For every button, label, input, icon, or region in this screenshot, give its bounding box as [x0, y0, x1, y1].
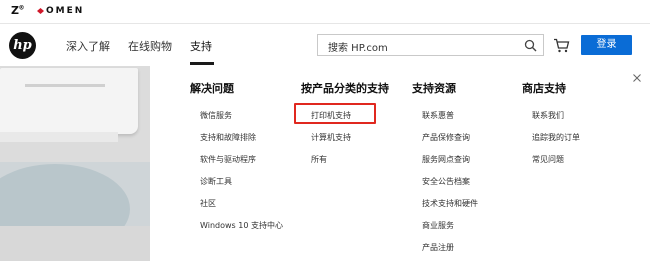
hero-printer-image	[0, 66, 150, 261]
menu-item-contact-hp[interactable]: 联系惠普	[422, 110, 454, 121]
menu-column-product-support: 按产品分类的支持 打印机支持 计算机支持 所有	[301, 80, 389, 164]
printer-tray	[0, 132, 118, 142]
menu-item-faq[interactable]: 常见问题	[532, 154, 564, 165]
nav-support[interactable]: 支持	[190, 38, 212, 54]
printer-support-highlight-box	[294, 103, 376, 124]
menu-item-security-bulletins[interactable]: 安全公告档案	[422, 176, 470, 187]
cart-icon[interactable]	[553, 38, 570, 53]
nav-explore[interactable]: 深入了解	[66, 38, 110, 54]
menu-column-troubleshoot: 解决问题 微信服务 支持和故障排除 软件与驱动程序 诊断工具 社区 Window…	[190, 80, 283, 230]
nav-shop-online[interactable]: 在线购物	[128, 38, 172, 54]
omen-diamond-icon	[37, 8, 44, 14]
menu-item-track-order[interactable]: 追踪我的订单	[532, 132, 580, 143]
menu-item-all[interactable]: 所有	[311, 154, 327, 165]
menu-item-diagnostic-tools[interactable]: 诊断工具	[200, 176, 232, 187]
menu-item-product-registration[interactable]: 产品注册	[422, 242, 454, 253]
menu-item-computer-support[interactable]: 计算机支持	[311, 132, 351, 143]
printer-graphic	[0, 68, 138, 134]
column-title: 商店支持	[522, 82, 566, 95]
menu-column-support-resources: 支持资源 联系惠普 产品保修查询 服务网点查询 安全公告档案 技术支持和硬件 商…	[412, 80, 478, 252]
menu-item-community[interactable]: 社区	[200, 198, 216, 209]
search-icon[interactable]	[524, 39, 537, 52]
column-title: 解决问题	[190, 82, 234, 95]
omen-brand-logo[interactable]: OMEN	[46, 6, 84, 16]
menu-item-support-troubleshoot[interactable]: 支持和故障排除	[200, 132, 256, 143]
support-mega-menu: 解决问题 微信服务 支持和故障排除 软件与驱动程序 诊断工具 社区 Window…	[150, 66, 650, 261]
hp-logo[interactable]: hp	[9, 32, 36, 59]
login-button[interactable]: 登录	[581, 35, 632, 55]
menu-item-service-locator[interactable]: 服务网点查询	[422, 154, 470, 165]
printer-slot	[25, 84, 105, 87]
menu-item-contact-us[interactable]: 联系我们	[532, 110, 564, 121]
menu-item-wechat-service[interactable]: 微信服务	[200, 110, 232, 121]
search-input[interactable]: 搜索 HP.com	[328, 39, 388, 54]
column-title: 按产品分类的支持	[301, 82, 389, 95]
menu-item-windows10-support[interactable]: Windows 10 支持中心	[200, 220, 283, 231]
main-nav: hp 深入了解 在线购物 支持 搜索 HP.com 登录	[0, 24, 650, 66]
menu-item-tech-support-hardware[interactable]: 技术支持和硬件	[422, 198, 478, 209]
hero-floor	[0, 226, 150, 261]
menu-item-warranty-check[interactable]: 产品保修查询	[422, 132, 470, 143]
search-box[interactable]: 搜索 HP.com	[317, 34, 544, 56]
z-brand-logo[interactable]: Z®	[11, 4, 24, 17]
menu-item-business-services[interactable]: 商业服务	[422, 220, 454, 231]
close-icon[interactable]	[633, 74, 641, 82]
brand-bar: Z® OMEN	[0, 0, 650, 24]
nav-active-indicator	[190, 62, 214, 65]
column-title: 支持资源	[412, 82, 456, 95]
menu-item-software-drivers[interactable]: 软件与驱动程序	[200, 154, 256, 165]
menu-column-store-support: 商店支持 联系我们 追踪我的订单 常见问题	[522, 80, 580, 164]
